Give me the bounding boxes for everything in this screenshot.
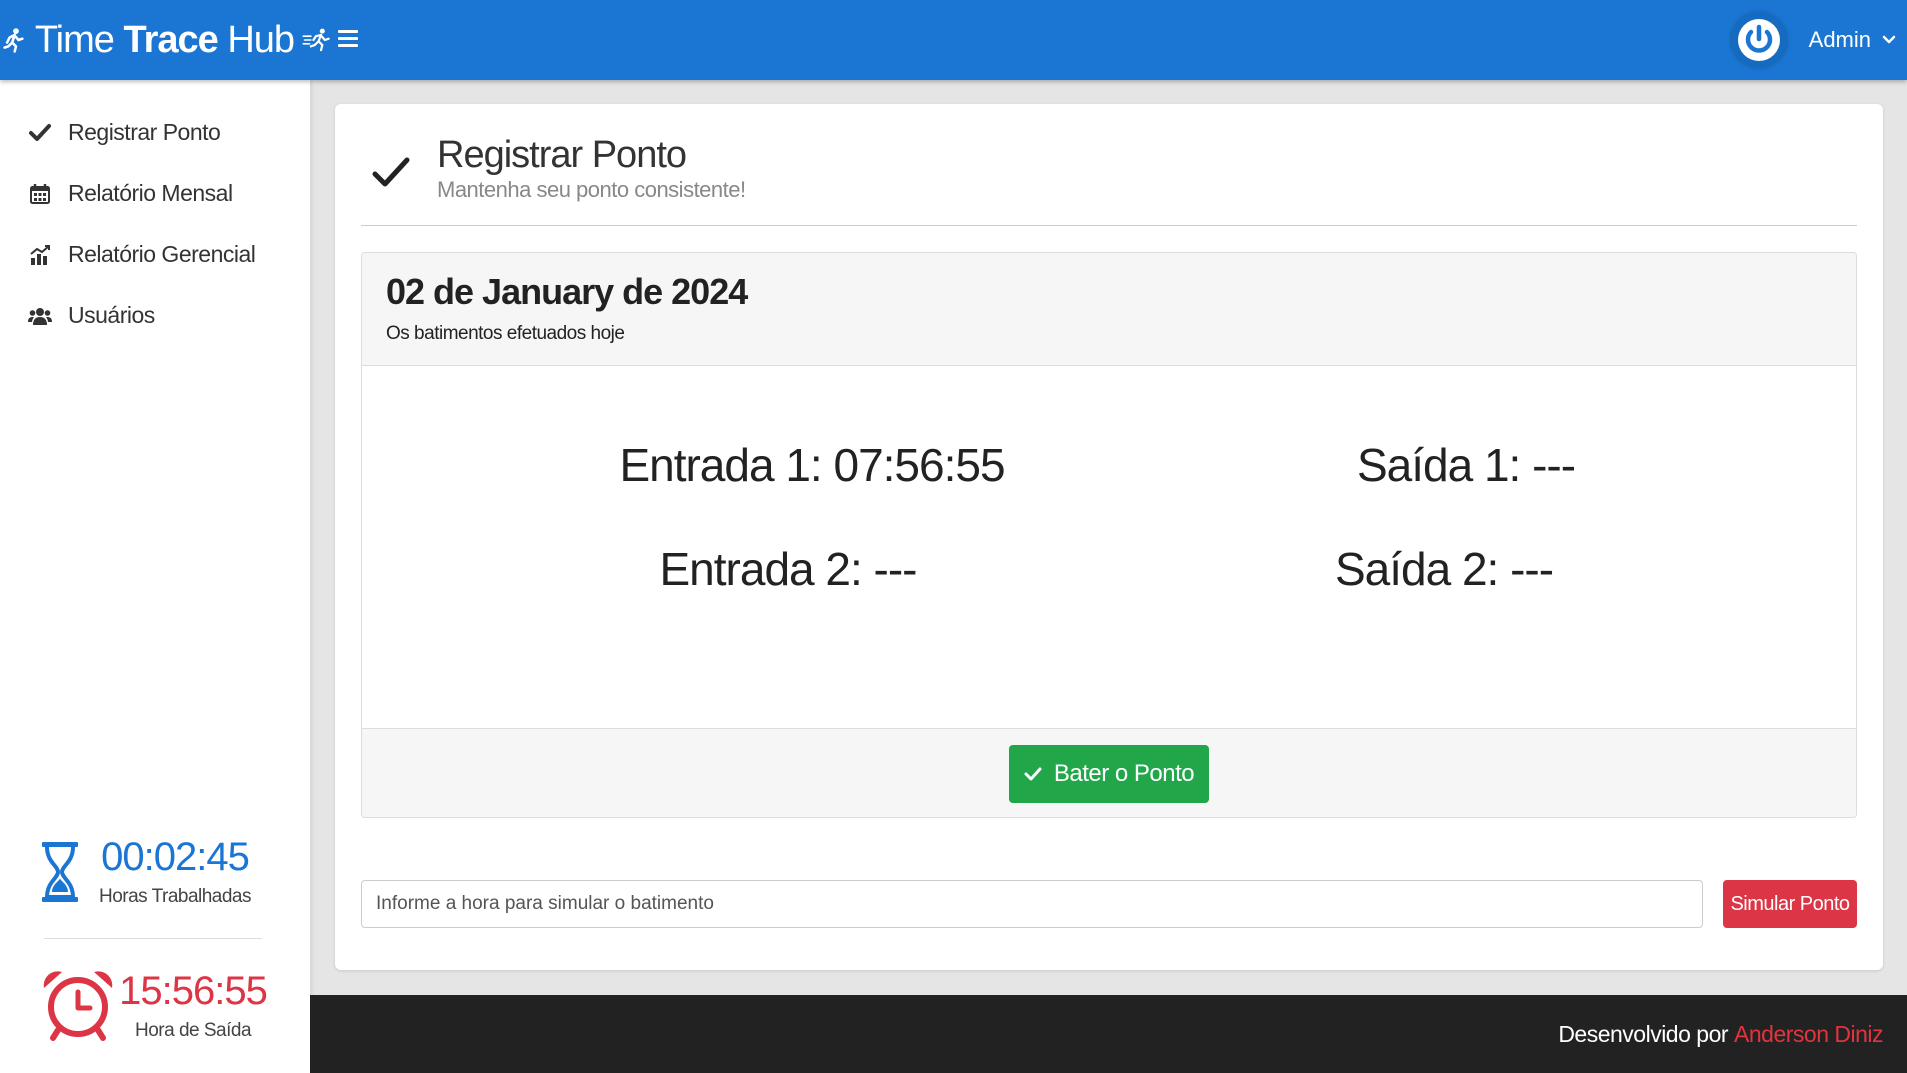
hours-worked-label: Horas Trabalhadas (98, 886, 252, 907)
sidebar-nav: Registrar Ponto Relatório Mensal Relatór… (0, 102, 310, 346)
check-icon (372, 157, 410, 187)
top-navbar: Time Trace Hub Admin (0, 0, 1907, 80)
day-date: 02 de January de 2024 (386, 271, 748, 312)
page-subtitle: Mantenha seu ponto consistente! (437, 177, 746, 202)
users-icon (28, 304, 52, 328)
entrada-1: Entrada 1: 07:56:55 (619, 439, 1005, 491)
sidebar-item-label: Relatório Gerencial (68, 241, 256, 267)
day-punches-card: 02 de January de 2024 Os batimentos efet… (361, 252, 1857, 818)
footer-author-link[interactable]: Anderson Diniz (1734, 1021, 1883, 1048)
hours-worked-text: 00:02:45 Horas Trabalhadas (80, 835, 270, 908)
brand-logo[interactable]: Time Trace Hub (0, 0, 330, 80)
page-header: Registrar Ponto Mantenha seu ponto consi… (361, 132, 1857, 226)
sidebar-item-label: Relatório Mensal (68, 180, 233, 206)
calendar-icon (28, 182, 52, 206)
main-content-card: Registrar Ponto Mantenha seu ponto consi… (335, 104, 1883, 970)
running-man-icon (302, 28, 330, 52)
day-card-footer: Bater o Ponto (362, 728, 1856, 817)
sidebar-item-relatorio-gerencial[interactable]: Relatório Gerencial (0, 224, 310, 285)
exit-time-text: 15:56:55 Hora de Saída (116, 969, 270, 1042)
page-title: Registrar Ponto (437, 134, 687, 176)
day-card-body: Entrada 1: 07:56:55 Saída 1: --- Entrada… (362, 366, 1856, 728)
chart-icon (28, 243, 52, 267)
check-icon (1024, 767, 1042, 780)
brand-name: Time Trace Hub (34, 18, 295, 61)
sidebar-item-usuarios[interactable]: Usuários (0, 285, 310, 346)
hours-worked-widget: 00:02:45 Horas Trabalhadas (40, 835, 270, 908)
simulate-row: Simular Ponto (361, 880, 1857, 928)
punch-clock-button[interactable]: Bater o Ponto (1009, 744, 1209, 803)
chevron-down-icon[interactable] (1881, 32, 1897, 48)
alarm-clock-icon (43, 971, 113, 1041)
exit-time-label: Hora de Saída (134, 1019, 252, 1041)
hours-worked-value: 00:02:45 (101, 835, 250, 879)
exit-time-value: 15:56:55 (119, 968, 268, 1013)
exit-time-widget: 15:56:55 Hora de Saída (40, 968, 270, 1042)
day-subtitle: Os batimentos efetuados hoje (386, 323, 625, 344)
stat-divider (44, 938, 262, 939)
user-menu[interactable]: Admin (1730, 0, 1897, 80)
day-card-header: 02 de January de 2024 Os batimentos efet… (362, 253, 1856, 366)
sidebar-item-label: Usuários (68, 302, 155, 328)
saida-1: Saída 1: --- (1356, 439, 1576, 491)
power-icon[interactable] (1730, 12, 1787, 68)
simulate-punch-button[interactable]: Simular Ponto (1723, 880, 1857, 928)
sidebar-item-relatorio-mensal[interactable]: Relatório Mensal (0, 163, 310, 224)
footer: Desenvolvido por Anderson Diniz (310, 995, 1907, 1073)
check-icon (28, 121, 52, 145)
saida-2: Saída 2: --- (1334, 543, 1554, 595)
hourglass-icon (42, 841, 78, 902)
sidebar-item-label: Registrar Ponto (68, 119, 221, 145)
page-heading: Registrar Ponto Mantenha seu ponto consi… (437, 132, 746, 225)
sidebar-item-registrar-ponto[interactable]: Registrar Ponto (0, 102, 310, 163)
user-name[interactable]: Admin (1809, 27, 1871, 53)
simulate-time-input[interactable] (361, 880, 1703, 928)
hamburger-menu-icon[interactable] (338, 30, 358, 50)
entrada-2: Entrada 2: --- (659, 543, 918, 595)
sidebar: Registrar Ponto Relatório Mensal Relatór… (0, 80, 310, 1073)
punch-clock-label: Bater o Ponto (1053, 759, 1195, 787)
footer-text: Desenvolvido por (1558, 1020, 1729, 1047)
runner-icon (3, 28, 24, 53)
